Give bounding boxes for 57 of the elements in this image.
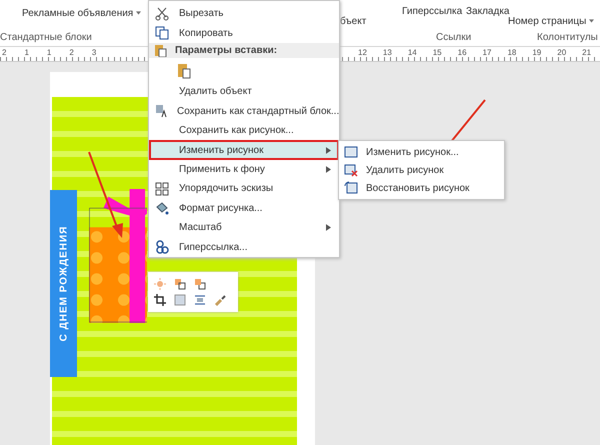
menu-item[interactable]: Удалить объект: [149, 82, 339, 102]
group-label: Ссылки: [436, 32, 472, 43]
grid-icon: [155, 182, 169, 196]
picture-icon: [344, 145, 358, 159]
ruler-number: 17: [482, 48, 492, 57]
menu-item[interactable]: Восстановить рисунок: [339, 179, 504, 197]
group-label: Колонтитулы: [537, 32, 598, 43]
menu-item[interactable]: Упорядочить эскизы: [149, 179, 339, 199]
building-block-icon: [155, 104, 169, 118]
ruler-number: 13: [382, 48, 392, 57]
crop-icon[interactable]: [154, 294, 166, 306]
menu-item[interactable]: Сохранить как рисунок...: [149, 120, 339, 140]
ribbon-button[interactable]: Рекламные объявления: [22, 8, 142, 19]
menu-item[interactable]: Вырезать: [149, 4, 339, 24]
menu-item[interactable]: Применить к фону: [149, 160, 339, 180]
delete-picture-icon: [344, 163, 358, 177]
menu-item[interactable]: Изменить рисунок...: [339, 143, 504, 161]
restore-picture-icon: [344, 181, 358, 195]
link-icon: [155, 240, 169, 254]
ruler-number: 21: [582, 48, 592, 57]
ruler-number: 18: [507, 48, 516, 57]
header-label: Параметры вставки:: [175, 44, 278, 56]
group-icon[interactable]: [174, 294, 186, 306]
menu-item[interactable]: Удалить рисунок: [339, 161, 504, 179]
ribbon-button[interactable]: Закладка: [466, 6, 510, 17]
wrap-text-icon[interactable]: [194, 294, 206, 306]
caret-icon: [136, 11, 142, 16]
bring-forward-icon[interactable]: [174, 278, 186, 290]
ruler-number: 19: [532, 48, 542, 57]
card-title: С ДНЕМ РОЖДЕНИЯ: [58, 226, 69, 342]
ribbon-button[interactable]: Номер страницы: [508, 16, 594, 27]
ruler-number: 12: [358, 48, 367, 57]
ruler-number: 16: [458, 48, 467, 57]
caret-icon: [589, 19, 594, 24]
ruler-number: 1: [24, 48, 29, 57]
send-backward-icon[interactable]: [194, 278, 206, 290]
ruler-number: 14: [408, 48, 417, 57]
brush-icon[interactable]: [214, 294, 226, 306]
ribbon-button[interactable]: бъект: [340, 16, 366, 27]
ruler-number: 15: [432, 48, 442, 57]
copy-icon: [155, 26, 169, 40]
menu-item[interactable]: Сохранить как стандартный блок...: [149, 101, 339, 121]
menu-item[interactable]: Формат рисунка...: [149, 198, 339, 218]
clipboard-icon: [153, 43, 167, 58]
ruler-number: 20: [557, 48, 566, 57]
menu-item[interactable]: Изменить рисунок: [149, 140, 339, 160]
paint-bucket-icon: [155, 201, 169, 216]
group-label: Стандартные блоки: [0, 32, 92, 43]
ruler-number: 1: [46, 48, 52, 57]
ruler-number: 2: [2, 48, 6, 57]
scissors-icon: [155, 6, 169, 21]
ribbon-button[interactable]: Гиперссылка: [402, 6, 462, 17]
ruler-number: 2: [69, 48, 74, 57]
ruler-number: 3: [92, 48, 96, 57]
menu-item[interactable]: Масштаб: [149, 218, 339, 238]
menu-item[interactable]: Копировать: [149, 23, 339, 43]
menu-item[interactable]: Гиперссылка...: [149, 238, 339, 258]
